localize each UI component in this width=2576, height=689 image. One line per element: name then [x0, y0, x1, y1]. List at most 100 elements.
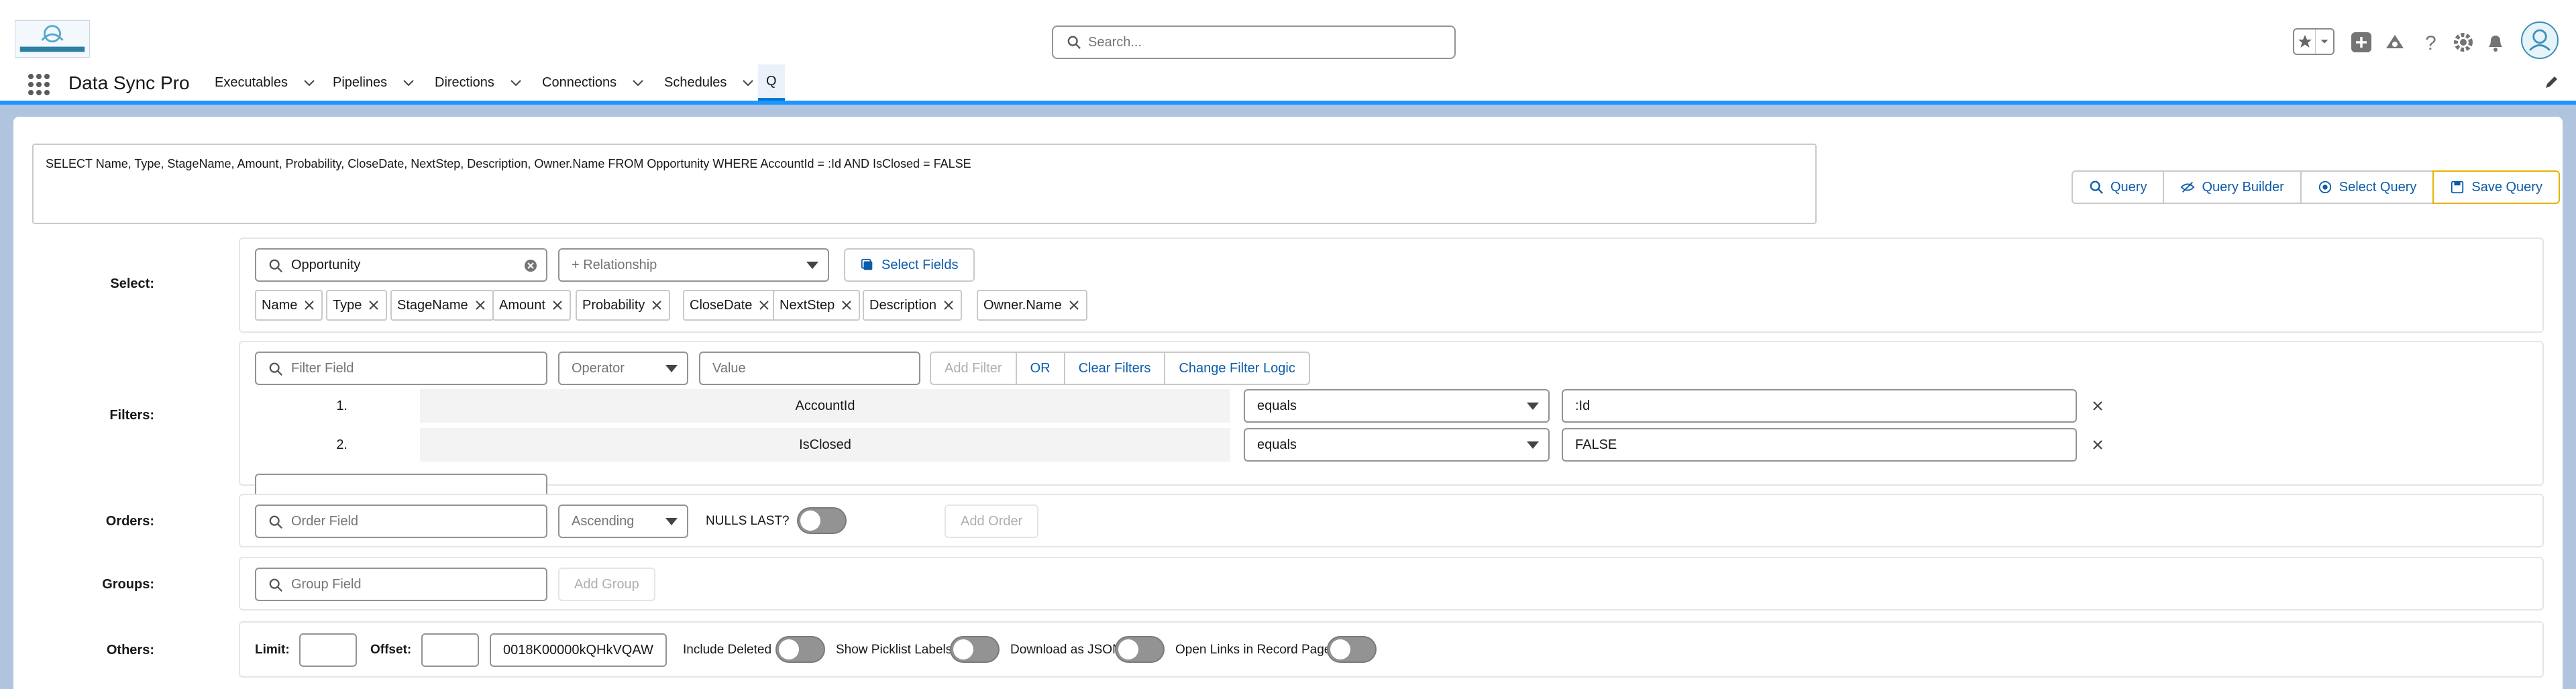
global-create-icon[interactable]: [2348, 25, 2375, 59]
order-field-input[interactable]: Order Field: [255, 505, 547, 538]
filter-row-value: :Id: [1575, 398, 1591, 413]
chevron-down-icon[interactable]: [402, 76, 415, 89]
show-picklist-labels-label: Show Picklist Labels: [836, 643, 953, 657]
remove-filter-x-icon[interactable]: [2090, 437, 2105, 452]
field-pill[interactable]: Owner.Name: [977, 290, 1087, 321]
filter-row-operator-select[interactable]: equals: [1244, 389, 1550, 423]
favorites-button[interactable]: [2293, 28, 2334, 55]
dropdown-caret-icon: [665, 365, 678, 372]
chevron-down-icon[interactable]: [2316, 36, 2333, 47]
setup-gear-icon[interactable]: [2450, 25, 2477, 59]
trailhead-icon[interactable]: [2381, 25, 2408, 59]
field-pill[interactable]: Probability: [576, 290, 671, 321]
others-row-label: Others:: [106, 643, 154, 657]
save-query-button[interactable]: Save Query: [2432, 170, 2560, 204]
filters-section: Filter Field Operator Value Add Filter O…: [239, 341, 2544, 507]
download-json-label: Download as JSON: [1010, 643, 1122, 657]
chevron-down-icon[interactable]: [303, 76, 316, 89]
search-icon: [269, 362, 282, 376]
remove-x-icon[interactable]: [841, 300, 852, 311]
or-button[interactable]: OR: [1015, 352, 1065, 385]
change-filter-logic-button[interactable]: Change Filter Logic: [1164, 352, 1310, 385]
query-button[interactable]: Query: [2072, 170, 2165, 204]
field-pill[interactable]: Name: [255, 290, 323, 321]
nav-tab-connections[interactable]: Connections: [542, 64, 645, 101]
filter-row-operator-select[interactable]: equals: [1244, 428, 1550, 462]
nav-tab-executables[interactable]: Executables: [215, 64, 316, 101]
offset-input[interactable]: [421, 633, 479, 667]
app-launcher-waffle-icon[interactable]: [27, 72, 51, 97]
filter-row-field: IsClosed: [420, 428, 1230, 462]
limit-input[interactable]: [299, 633, 357, 667]
edit-nav-pencil-icon[interactable]: [2544, 75, 2559, 90]
nav-tab-q[interactable]: Q: [758, 64, 785, 101]
select-query-button[interactable]: Select Query: [2300, 170, 2434, 204]
help-icon[interactable]: ?: [2418, 25, 2445, 59]
add-order-button[interactable]: Add Order: [945, 505, 1039, 538]
remove-x-icon[interactable]: [475, 300, 486, 311]
field-pill[interactable]: Amount: [492, 290, 571, 321]
notifications-bell-icon[interactable]: [2482, 25, 2509, 59]
remove-x-icon[interactable]: [368, 300, 379, 311]
download-json-toggle[interactable]: [1115, 636, 1165, 663]
soql-query-textarea[interactable]: SELECT Name, Type, StageName, Amount, Pr…: [32, 144, 1817, 224]
remove-filter-x-icon[interactable]: [2090, 399, 2105, 413]
order-direction-select[interactable]: Ascending: [558, 505, 688, 538]
add-group-button[interactable]: Add Group: [558, 568, 655, 601]
chevron-down-icon[interactable]: [631, 76, 645, 89]
query-builder-button[interactable]: Query Builder: [2163, 170, 2302, 204]
nulls-last-toggle[interactable]: [797, 507, 847, 534]
filter-row-field-label: IsClosed: [799, 437, 851, 452]
field-pill[interactable]: CloseDate: [683, 290, 778, 321]
field-pill[interactable]: NextStep: [773, 290, 861, 321]
groups-section: Group Field Add Group: [239, 557, 2544, 611]
search-icon: [269, 578, 282, 592]
object-search-input[interactable]: Opportunity: [255, 248, 547, 282]
record-id-input[interactable]: 0018K00000kQHkVQAW: [490, 633, 667, 667]
filter-value-placeholder: Value: [712, 360, 746, 376]
open-links-toggle[interactable]: [1327, 636, 1377, 663]
remove-x-icon[interactable]: [304, 300, 315, 311]
search-icon: [1067, 36, 1081, 49]
nav-tab-directions[interactable]: Directions: [435, 64, 523, 101]
field-pill-label: Probability: [582, 297, 645, 313]
dropdown-caret-icon: [1527, 441, 1539, 449]
show-picklist-labels-toggle[interactable]: [950, 636, 1000, 663]
filter-row-value-input[interactable]: FALSE: [1562, 428, 2077, 462]
nav-tab-pipelines[interactable]: Pipelines: [333, 64, 415, 101]
chevron-down-icon[interactable]: [509, 76, 523, 89]
user-avatar[interactable]: [2521, 21, 2559, 59]
nulls-last-label: NULLS LAST?: [706, 514, 790, 528]
filter-value-input[interactable]: Value: [699, 352, 920, 385]
remove-x-icon[interactable]: [552, 300, 563, 311]
star-icon[interactable]: [2294, 30, 2316, 54]
filter-row-value-input[interactable]: :Id: [1562, 389, 2077, 423]
select-fields-button[interactable]: Select Fields: [844, 248, 975, 282]
clear-filters-button[interactable]: Clear Filters: [1063, 352, 1166, 385]
clear-circle-icon[interactable]: [523, 258, 538, 273]
filter-field-input[interactable]: Filter Field: [255, 352, 547, 385]
remove-x-icon[interactable]: [1069, 300, 1079, 311]
nav-tab-label: Schedules: [664, 74, 727, 90]
remove-x-icon[interactable]: [651, 300, 662, 311]
operator-select[interactable]: Operator: [558, 352, 688, 385]
filter-row-operator-value: equals: [1257, 398, 1297, 413]
field-pill[interactable]: Description: [863, 290, 963, 321]
field-pill[interactable]: StageName: [390, 290, 494, 321]
field-pill-label: Amount: [499, 297, 545, 313]
company-logo[interactable]: [15, 20, 90, 58]
chevron-down-icon[interactable]: [741, 76, 755, 89]
relationship-select[interactable]: + Relationship: [558, 248, 829, 282]
nav-tab-schedules[interactable]: Schedules: [664, 64, 755, 101]
remove-x-icon[interactable]: [943, 300, 954, 311]
add-filter-button[interactable]: Add Filter: [930, 352, 1017, 385]
offset-label: Offset:: [370, 643, 412, 657]
button-label: Select Fields: [881, 257, 959, 272]
nav-tab-label: Q: [766, 73, 777, 89]
include-deleted-toggle[interactable]: [775, 636, 825, 663]
field-pill[interactable]: Type: [326, 290, 388, 321]
global-search-input[interactable]: Search...: [1052, 25, 1456, 59]
remove-x-icon[interactable]: [759, 300, 769, 311]
groups-row-label: Groups:: [102, 577, 154, 592]
group-field-input[interactable]: Group Field: [255, 568, 547, 601]
